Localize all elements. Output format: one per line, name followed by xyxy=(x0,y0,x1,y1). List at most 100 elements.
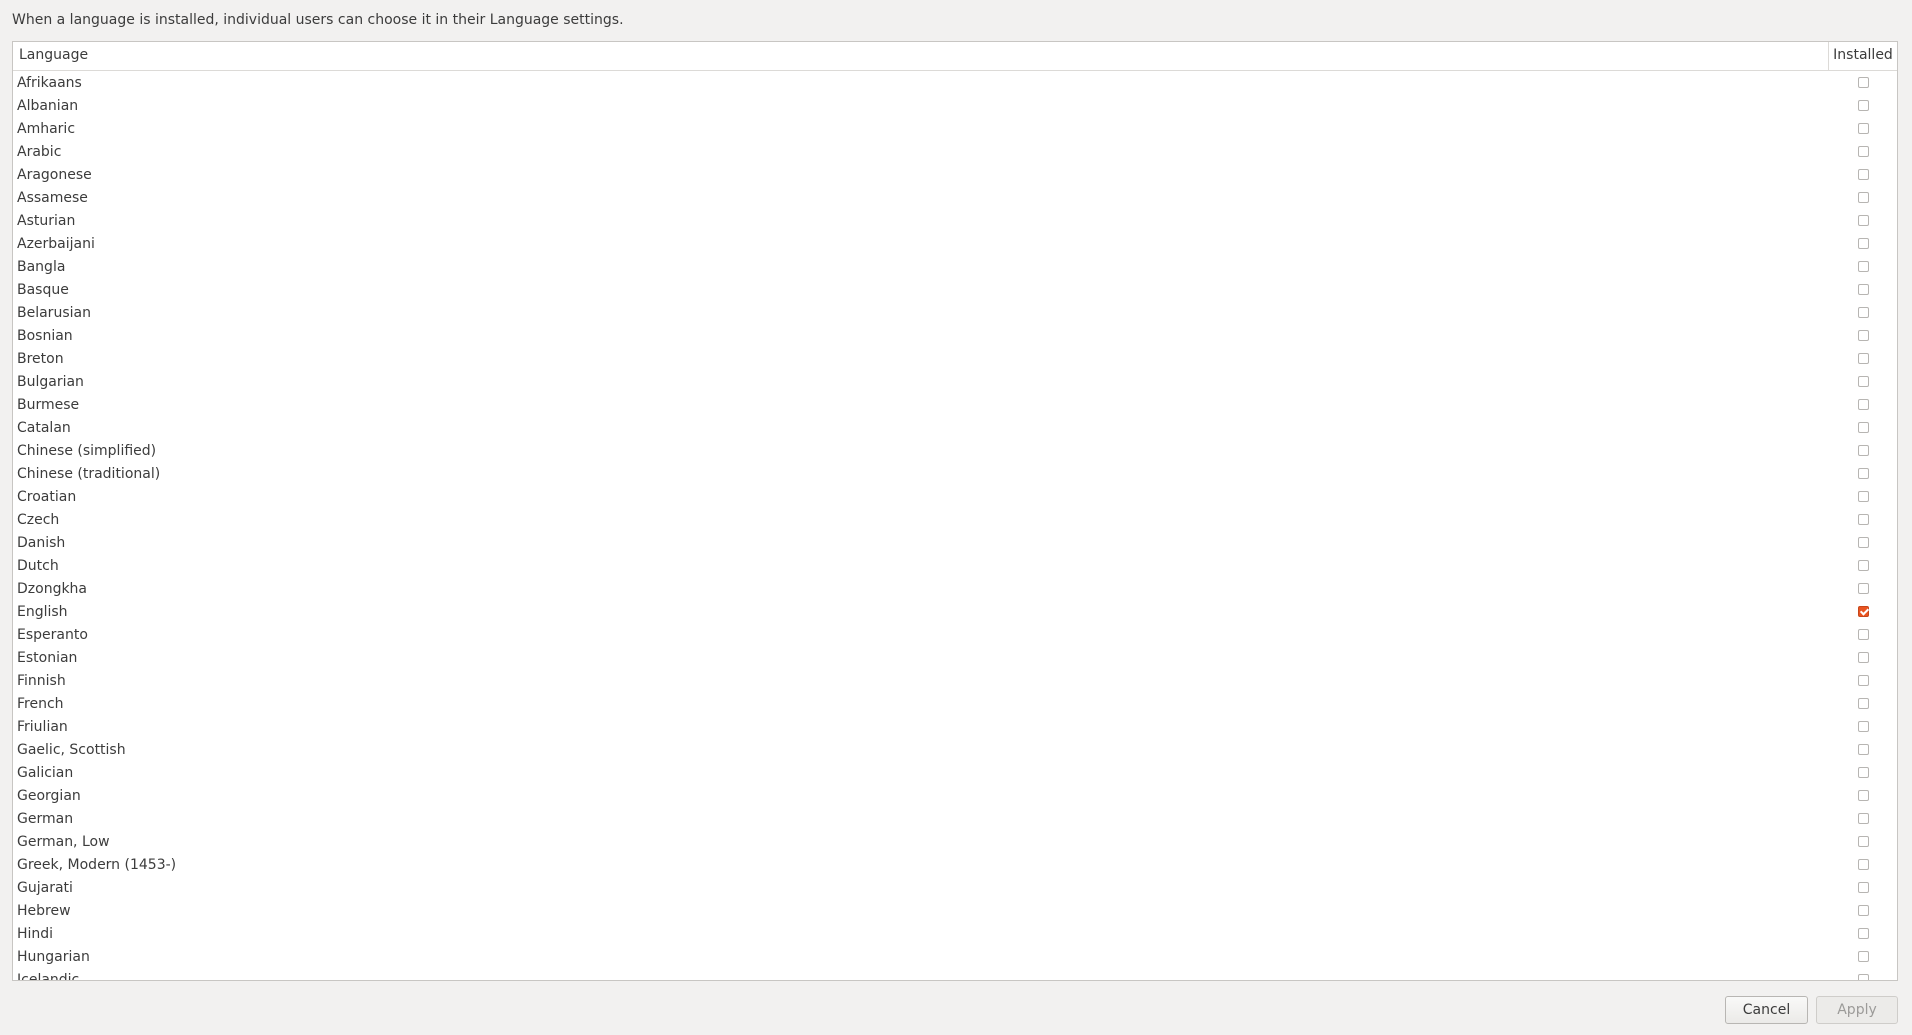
installed-checkbox[interactable] xyxy=(1857,330,1869,341)
installed-checkbox[interactable] xyxy=(1857,928,1869,939)
installed-checkbox[interactable] xyxy=(1857,445,1869,456)
installed-checkbox[interactable] xyxy=(1857,468,1869,479)
installed-checkbox[interactable] xyxy=(1857,514,1869,525)
table-row[interactable]: Belarusian xyxy=(13,301,1897,324)
installed-checkbox[interactable] xyxy=(1857,882,1869,893)
installed-checkbox[interactable] xyxy=(1857,422,1869,433)
column-header-language[interactable]: Language xyxy=(13,42,1829,70)
table-row[interactable]: Georgian xyxy=(13,784,1897,807)
installed-checkbox[interactable] xyxy=(1857,859,1869,870)
installed-cell xyxy=(1829,606,1897,617)
table-row[interactable]: Burmese xyxy=(13,393,1897,416)
table-row[interactable]: Hindi xyxy=(13,922,1897,945)
installed-checkbox[interactable] xyxy=(1857,836,1869,847)
table-row[interactable]: Danish xyxy=(13,531,1897,554)
description-text: When a language is installed, individual… xyxy=(12,12,624,28)
table-row[interactable]: Finnish xyxy=(13,669,1897,692)
table-row[interactable]: Bulgarian xyxy=(13,370,1897,393)
apply-button[interactable]: Apply xyxy=(1816,996,1898,1024)
table-row[interactable]: Azerbaijani xyxy=(13,232,1897,255)
table-body[interactable]: Afrikaans Albanian Amharic Arabic Aragonese A… xyxy=(13,71,1897,980)
installed-checkbox[interactable] xyxy=(1857,77,1869,88)
table-row[interactable]: Chinese (simplified) xyxy=(13,439,1897,462)
installed-checkbox[interactable] xyxy=(1857,192,1869,203)
table-row[interactable]: Breton xyxy=(13,347,1897,370)
installed-checkbox[interactable] xyxy=(1857,675,1869,686)
table-row[interactable]: Arabic xyxy=(13,140,1897,163)
table-row[interactable]: Estonian xyxy=(13,646,1897,669)
installed-checkbox[interactable] xyxy=(1857,399,1869,410)
installed-checkbox[interactable] xyxy=(1857,537,1869,548)
table-row[interactable]: Hungarian xyxy=(13,945,1897,968)
language-name: Croatian xyxy=(17,488,77,505)
installed-checkbox[interactable] xyxy=(1857,307,1869,318)
table-row[interactable]: Chinese (traditional) xyxy=(13,462,1897,485)
table-row[interactable]: Basque xyxy=(13,278,1897,301)
table-row[interactable]: Afrikaans xyxy=(13,71,1897,94)
installed-checkbox[interactable] xyxy=(1857,215,1869,226)
table-row[interactable]: German xyxy=(13,807,1897,830)
installed-checkbox[interactable] xyxy=(1857,169,1869,180)
language-name: German xyxy=(17,810,74,827)
installed-cell xyxy=(1829,675,1897,686)
installed-checkbox[interactable] xyxy=(1857,284,1869,295)
table-row[interactable]: English xyxy=(13,600,1897,623)
table-row[interactable]: Dzongkha xyxy=(13,577,1897,600)
installed-checkbox[interactable] xyxy=(1857,652,1869,663)
installed-checkbox[interactable] xyxy=(1857,238,1869,249)
table-row[interactable]: Hebrew xyxy=(13,899,1897,922)
installed-checkbox[interactable] xyxy=(1857,353,1869,364)
installed-checkbox[interactable] xyxy=(1857,767,1869,778)
table-row[interactable]: Greek, Modern (1453-) xyxy=(13,853,1897,876)
installed-checkbox[interactable] xyxy=(1857,951,1869,962)
installed-checkbox[interactable] xyxy=(1857,123,1869,134)
language-name: Assamese xyxy=(17,189,88,206)
installed-checkbox[interactable] xyxy=(1857,790,1869,801)
installed-cell xyxy=(1829,422,1897,433)
table-row[interactable]: Assamese xyxy=(13,186,1897,209)
table-row[interactable]: Gujarati xyxy=(13,876,1897,899)
installed-checkbox[interactable] xyxy=(1857,146,1869,157)
table-row[interactable]: Esperanto xyxy=(13,623,1897,646)
cancel-button[interactable]: Cancel xyxy=(1725,996,1808,1024)
installed-checkbox[interactable] xyxy=(1857,721,1869,732)
language-name: Finnish xyxy=(17,672,66,689)
installed-checkbox[interactable] xyxy=(1857,261,1869,272)
installed-checkbox[interactable] xyxy=(1857,376,1869,387)
table-row[interactable]: Czech xyxy=(13,508,1897,531)
installed-checkbox[interactable] xyxy=(1857,606,1869,617)
table-row[interactable]: Albanian xyxy=(13,94,1897,117)
table-row[interactable]: Icelandic xyxy=(13,968,1897,980)
table-row[interactable]: Galician xyxy=(13,761,1897,784)
installed-checkbox[interactable] xyxy=(1857,974,1869,980)
table-row[interactable]: German, Low xyxy=(13,830,1897,853)
language-name: Amharic xyxy=(17,120,76,137)
language-name: Basque xyxy=(17,281,69,298)
table-row[interactable]: Amharic xyxy=(13,117,1897,140)
table-row[interactable]: Bosnian xyxy=(13,324,1897,347)
installed-checkbox[interactable] xyxy=(1857,560,1869,571)
installed-checkbox[interactable] xyxy=(1857,905,1869,916)
language-name: Asturian xyxy=(17,212,76,229)
table-row[interactable]: Gaelic, Scottish xyxy=(13,738,1897,761)
table-row[interactable]: Friulian xyxy=(13,715,1897,738)
table-row[interactable]: Dutch xyxy=(13,554,1897,577)
installed-checkbox[interactable] xyxy=(1857,583,1869,594)
table-row[interactable]: Bangla xyxy=(13,255,1897,278)
installed-checkbox[interactable] xyxy=(1857,100,1869,111)
language-name: Georgian xyxy=(17,787,81,804)
installed-cell xyxy=(1829,169,1897,180)
installed-checkbox[interactable] xyxy=(1857,744,1869,755)
installed-checkbox[interactable] xyxy=(1857,813,1869,824)
installed-checkbox[interactable] xyxy=(1857,698,1869,709)
table-row[interactable]: Catalan xyxy=(13,416,1897,439)
installed-checkbox[interactable] xyxy=(1857,491,1869,502)
language-name: Bangla xyxy=(17,258,66,275)
column-header-installed[interactable]: Installed xyxy=(1829,42,1897,70)
table-row[interactable]: Aragonese xyxy=(13,163,1897,186)
table-row[interactable]: Croatian xyxy=(13,485,1897,508)
table-row[interactable]: Asturian xyxy=(13,209,1897,232)
installed-checkbox[interactable] xyxy=(1857,629,1869,640)
language-name: Estonian xyxy=(17,649,78,666)
table-row[interactable]: French xyxy=(13,692,1897,715)
